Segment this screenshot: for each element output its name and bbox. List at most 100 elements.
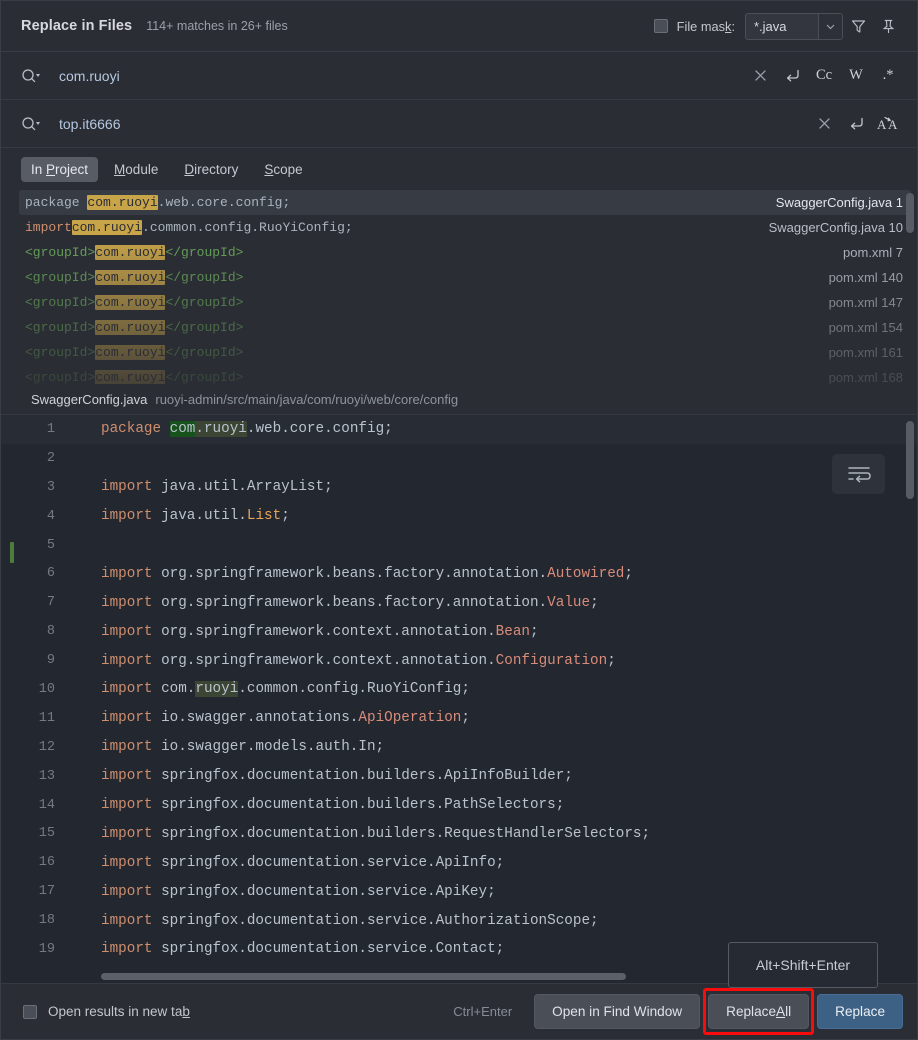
code-line[interactable]: 7 import org.springframework.beans.factor… — [1, 588, 917, 617]
result-row[interactable]: <groupId>com.ruoyi</groupId> pom.xml 140 — [19, 265, 911, 290]
pin-icon[interactable] — [873, 11, 903, 41]
open-in-find-window-button[interactable]: Open in Find Window — [534, 994, 701, 1029]
scope-tab-directory-accel: D — [184, 161, 195, 177]
match-highlight: com.ruoyi — [95, 245, 166, 260]
code-fragment: package — [101, 421, 170, 438]
open-results-new-tab-checkbox[interactable] — [23, 1004, 37, 1019]
scope-tab-directory[interactable]: Directory — [174, 157, 248, 182]
result-row[interactable]: <groupId>com.ruoyi</groupId> pom.xml 168 — [19, 365, 911, 384]
regex-toggle[interactable]: .* — [873, 61, 903, 91]
code-line[interactable]: 1 package com.ruoyi.web.core.config; — [1, 415, 917, 444]
code-fragment: com. — [161, 681, 196, 698]
result-row[interactable]: importcom.ruoyi.common.config.RuoYiConfi… — [19, 215, 911, 240]
code-line[interactable]: 11 import io.swagger.annotations.ApiOpera… — [1, 704, 917, 733]
line-number: 18 — [38, 913, 55, 929]
code-fragment: import — [101, 768, 162, 785]
code-line[interactable]: 13 import springfox.documentation.builder… — [1, 762, 917, 791]
match-highlight: com.ruoyi — [95, 270, 166, 285]
whole-words-toggle[interactable]: W — [841, 61, 871, 91]
code-line[interactable]: 8 import org.springframework.context.anno… — [1, 617, 917, 646]
result-code-snippet: <groupId>com.ruoyi</groupId> — [25, 345, 829, 360]
code-fragment: java.util. — [161, 508, 247, 525]
code-text: import org.springframework.context.annot… — [67, 653, 616, 669]
line-number: 5 — [1, 538, 67, 563]
result-row[interactable]: <groupId>com.ruoyi</groupId> pom.xml 154 — [19, 315, 911, 340]
code-fragment: import — [101, 739, 162, 756]
filter-icon[interactable] — [843, 11, 873, 41]
result-row[interactable]: <groupId>com.ruoyi</groupId> pom.xml 161 — [19, 340, 911, 365]
code-text: import io.swagger.annotations.ApiOperati… — [67, 710, 470, 726]
replace-history-icon[interactable] — [21, 115, 47, 133]
results-scrollbar[interactable] — [906, 193, 914, 233]
preview-vertical-scrollbar[interactable] — [906, 421, 914, 499]
result-row[interactable]: <groupId>com.ruoyi</groupId> pom.xml 7 — [19, 240, 911, 265]
chevron-down-icon[interactable] — [818, 13, 842, 39]
code-line[interactable]: 12 import io.swagger.models.auth.In; — [1, 733, 917, 762]
code-line[interactable]: 10 import com.ruoyi.common.config.RuoYiCo… — [1, 675, 917, 704]
code-fragment: </groupId> — [165, 370, 244, 384]
soft-wrap-icon[interactable] — [832, 454, 885, 494]
preview-horizontal-scrollbar[interactable] — [101, 973, 626, 980]
code-fragment: import — [101, 623, 162, 640]
code-fragment: ; — [607, 652, 616, 669]
code-line[interactable]: 4 import java.util.List; — [1, 502, 917, 531]
code-line[interactable]: 16 import springfox.documentation.service… — [1, 848, 917, 877]
code-line[interactable]: 6 import org.springframework.beans.factor… — [1, 559, 917, 588]
preview-file-path: SwaggerConfig.java ruoyi-admin/src/main/… — [1, 384, 917, 414]
code-line[interactable]: 5 — [1, 531, 917, 563]
search-history-icon[interactable] — [21, 67, 47, 85]
code-line[interactable]: 3 import java.util.ArrayList; — [1, 473, 917, 502]
preview-file-name: SwaggerConfig.java — [31, 391, 148, 407]
code-fragment: package — [25, 195, 88, 210]
code-line[interactable]: 15 import springfox.documentation.builder… — [1, 819, 917, 848]
replace-all-button[interactable]: Replace All — [703, 988, 815, 1035]
code-fragment: .common.config.RuoYiConfig; — [142, 220, 353, 235]
match-highlight: com.ruoyi — [71, 220, 143, 235]
result-row[interactable]: <groupId>com.ruoyi</groupId> pom.xml 147 — [19, 290, 911, 315]
dialog-title: Replace in Files — [21, 18, 133, 34]
code-fragment: import — [25, 220, 72, 235]
line-number: 16 — [38, 855, 55, 871]
code-line[interactable]: 9 import org.springframework.context.anno… — [1, 646, 917, 675]
search-field-row[interactable]: com.ruoyi Cc W .* — [1, 52, 917, 100]
line-number: 13 — [38, 768, 55, 784]
new-line-icon[interactable] — [841, 109, 871, 139]
result-row[interactable]: package com.ruoyi.web.core.config; Swagge… — [19, 190, 911, 215]
scope-tab-module[interactable]: Module — [104, 157, 168, 182]
clear-icon[interactable] — [809, 109, 839, 139]
line-number: 7 — [46, 595, 55, 611]
code-text: import org.springframework.beans.factory… — [67, 566, 633, 582]
preserve-case-toggle[interactable]: AA — [873, 109, 903, 139]
code-line[interactable]: 18 import springfox.documentation.service… — [1, 906, 917, 935]
clear-icon[interactable] — [745, 61, 775, 91]
code-fragment: springfox.documentation.service.Authoriz… — [161, 912, 599, 929]
scope-tab-in-project-pre: In — [31, 161, 47, 177]
replace-field-row[interactable]: top.it6666 AA — [1, 100, 917, 148]
code-text: import org.springframework.beans.factory… — [67, 595, 599, 611]
search-input[interactable]: com.ruoyi — [47, 68, 745, 84]
dialog-header: Replace in Files 114+ matches in 26+ fil… — [1, 1, 917, 52]
result-code-snippet: <groupId>com.ruoyi</groupId> — [25, 320, 829, 335]
code-fragment: </groupId> — [165, 295, 244, 310]
code-fragment: import — [101, 594, 162, 611]
file-mask-combo[interactable]: *.java — [745, 12, 843, 40]
code-text: import springfox.documentation.service.A… — [67, 913, 599, 929]
code-line[interactable]: 17 import springfox.documentation.service… — [1, 877, 917, 906]
search-results-list[interactable]: package com.ruoyi.web.core.config; Swagge… — [1, 190, 917, 384]
code-line[interactable]: 2 — [1, 444, 917, 473]
code-text: import io.swagger.models.auth.In; — [67, 739, 384, 755]
code-preview[interactable]: 1 package com.ruoyi.web.core.config; 2 3 imp… — [1, 414, 917, 983]
replace-button[interactable]: Replace — [817, 994, 903, 1029]
match-case-toggle[interactable]: Cc — [809, 61, 839, 91]
scope-tab-scope[interactable]: Scope — [254, 157, 312, 182]
code-fragment: import — [101, 854, 162, 871]
replace-input[interactable]: top.it6666 — [47, 116, 809, 132]
code-fragment: </groupId> — [165, 320, 244, 335]
scope-tab-in-project[interactable]: In Project — [21, 156, 99, 182]
code-fragment: List — [246, 508, 282, 525]
file-mask-value[interactable]: *.java — [746, 19, 818, 34]
code-line[interactable]: 14 import springfox.documentation.builder… — [1, 791, 917, 820]
code-fragment: java.util.ArrayList; — [161, 479, 333, 496]
new-line-icon[interactable] — [777, 61, 807, 91]
file-mask-checkbox[interactable] — [653, 19, 668, 33]
